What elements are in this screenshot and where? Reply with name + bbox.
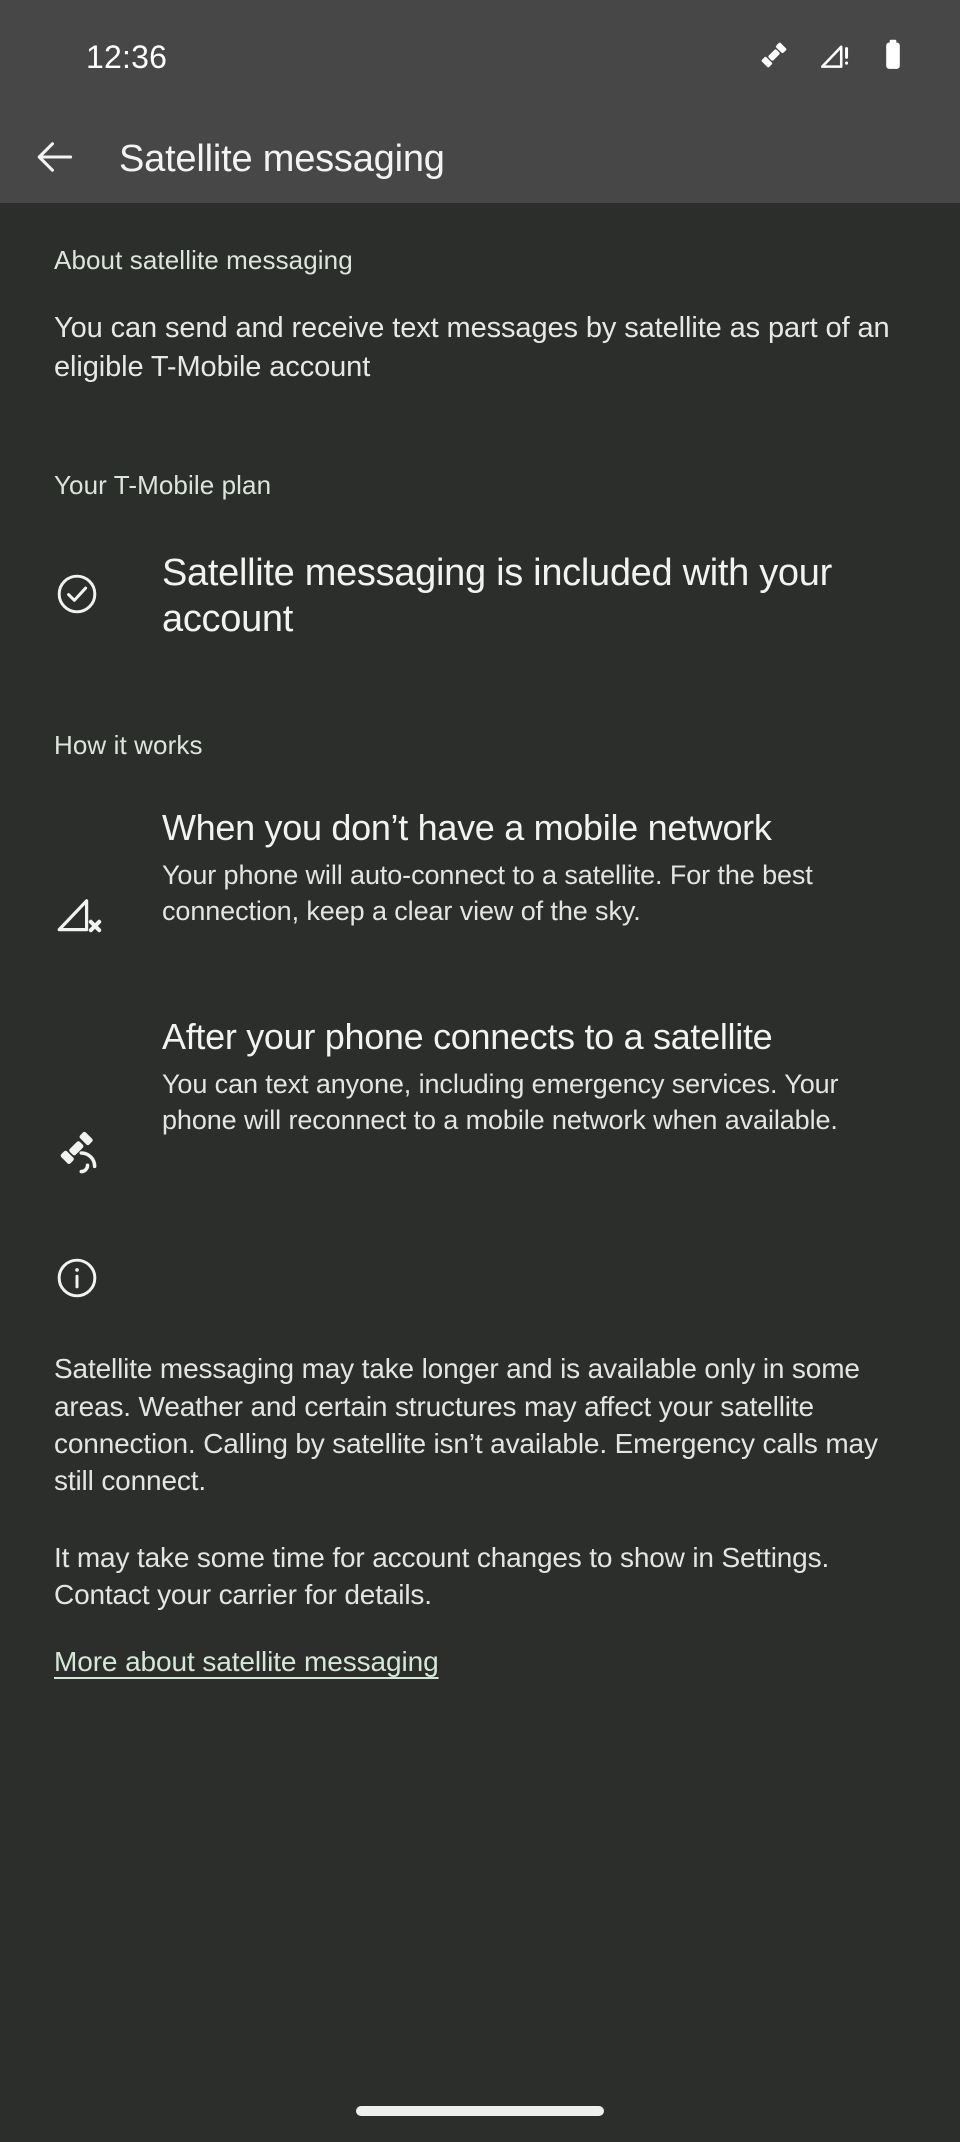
item-body: After your phone connects to a satellite… (162, 1016, 906, 1137)
signal-warning-icon (818, 38, 852, 77)
satellite-messaging-screen: 12:36 Satellite messaging About satellit… (0, 0, 960, 2142)
plan-status-body: Satellite messaging is included with you… (162, 551, 906, 642)
arrow-left-icon (33, 135, 77, 184)
signal-off-icon (54, 889, 102, 942)
disclaimer-paragraph-1: Satellite messaging may take longer and … (54, 1353, 878, 1497)
home-gesture-bar[interactable] (356, 2106, 604, 2116)
info-circle-icon (54, 1259, 100, 1305)
app-bar: Satellite messaging (0, 115, 960, 203)
status-bar-clock: 12:36 (86, 39, 168, 75)
plan-status-icon-wrap (54, 571, 162, 622)
item-icon-wrap (54, 1016, 162, 1183)
about-description: You can send and receive text messages b… (54, 312, 890, 383)
section-label-about: About satellite messaging (54, 245, 353, 275)
battery-icon (878, 38, 908, 77)
plan-status-row: Satellite messaging is included with you… (54, 551, 906, 642)
how-it-works-item: After your phone connects to a satellite… (54, 1016, 906, 1183)
page-title: Satellite messaging (119, 137, 445, 180)
how-it-works-item: When you don’t have a mobile network You… (54, 807, 906, 942)
item-description: You can text anyone, including emergency… (162, 1069, 839, 1135)
satellite-connected-icon (54, 1128, 104, 1183)
item-body: When you don’t have a mobile network You… (162, 807, 906, 928)
back-button[interactable] (0, 115, 110, 203)
plan-status-text: Satellite messaging is included with you… (162, 552, 832, 640)
more-about-satellite-messaging-link[interactable]: More about satellite messaging (54, 1646, 439, 1678)
disclaimer-paragraph-2: It may take some time for account change… (54, 1542, 830, 1611)
item-title: When you don’t have a mobile network (162, 807, 772, 849)
content-area: About satellite messaging You can send a… (0, 203, 960, 2142)
item-title: After your phone connects to a satellite (162, 1016, 773, 1058)
item-icon-wrap (54, 807, 162, 942)
satellite-icon (756, 37, 792, 78)
section-label-plan: Your T-Mobile plan (54, 470, 272, 501)
status-bar: 12:36 (0, 0, 960, 115)
section-label-how-it-works: How it works (54, 730, 203, 761)
status-bar-icons (756, 37, 908, 78)
check-circle-icon (54, 571, 100, 622)
item-description: Your phone will auto-connect to a satell… (162, 860, 813, 926)
